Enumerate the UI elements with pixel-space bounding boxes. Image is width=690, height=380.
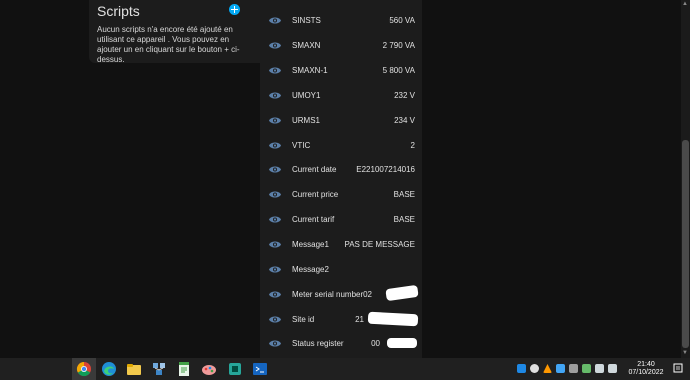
entity-row[interactable]: SINSTS 560 VA <box>260 9 422 33</box>
entity-row[interactable]: Current date E221007214016 <box>260 158 422 182</box>
vlc-icon[interactable] <box>543 364 552 373</box>
file-explorer-icon[interactable] <box>126 361 142 377</box>
terminal-icon[interactable] <box>252 361 268 377</box>
entity-value: 21 <box>355 315 364 324</box>
taskbar-clock[interactable]: 21:40 07/10/2022 <box>624 361 668 377</box>
clock-date: 07/10/2022 <box>628 369 664 376</box>
entity-value: PAS DE MESSAGE <box>344 240 415 249</box>
entity-row[interactable]: Status register 00 <box>260 332 422 356</box>
network-app-icon[interactable] <box>151 361 167 377</box>
entity-value: 232 V <box>394 91 415 100</box>
tray-app-icon[interactable] <box>530 364 539 373</box>
scripts-card: Scripts Aucun scripts n'a encore été ajo… <box>89 0 279 64</box>
eye-icon[interactable] <box>269 190 281 199</box>
eye-icon[interactable] <box>269 265 281 274</box>
tray-app-icon[interactable] <box>569 364 578 373</box>
scroll-down-icon[interactable]: ▼ <box>682 350 688 356</box>
eye-icon[interactable] <box>269 66 281 75</box>
eye-icon[interactable] <box>269 141 281 150</box>
entity-value: BASE <box>393 215 415 224</box>
taskbar: 21:40 07/10/2022 <box>0 358 690 380</box>
page-scrollbar[interactable]: ▲ ▼ <box>681 0 690 358</box>
eye-icon[interactable] <box>269 315 281 324</box>
eye-icon[interactable] <box>269 215 281 224</box>
entity-name: Site id <box>292 315 315 324</box>
entity-value: 2 790 VA <box>382 41 415 50</box>
entity-name: SMAXN-1 <box>292 66 328 75</box>
add-script-icon[interactable] <box>229 4 240 15</box>
notification-icon[interactable] <box>673 363 683 374</box>
redaction-mark <box>367 311 419 327</box>
entity-name: Current date <box>292 165 337 174</box>
redaction-mark <box>387 338 417 348</box>
entity-row[interactable]: Message2 <box>260 258 422 282</box>
entity-row[interactable]: UMOY1 232 V <box>260 84 422 108</box>
entity-name: Current tarif <box>292 215 335 224</box>
entity-row[interactable]: Message1 PAS DE MESSAGE <box>260 233 422 257</box>
entity-row[interactable]: Current price BASE <box>260 183 422 207</box>
eye-icon[interactable] <box>269 240 281 249</box>
entity-value: 5 800 VA <box>382 66 415 75</box>
tray-app-icon[interactable] <box>517 364 526 373</box>
tray-app-icon[interactable] <box>556 364 565 373</box>
entity-value: E221007214016 <box>356 165 415 174</box>
entity-row[interactable]: Meter serial number 02 <box>260 283 422 307</box>
entity-value: 02 <box>363 290 372 299</box>
entity-name: URMS1 <box>292 116 321 125</box>
entity-name: Current price <box>292 190 339 199</box>
clock-time: 21:40 <box>637 361 655 368</box>
eye-icon[interactable] <box>269 290 281 299</box>
entity-name: Message1 <box>292 240 329 249</box>
entity-name: SINSTS <box>292 16 321 25</box>
entity-name: SMAXN <box>292 41 321 50</box>
entity-row[interactable]: URMS1 234 V <box>260 109 422 133</box>
entity-value: 560 VA <box>389 16 415 25</box>
eye-icon[interactable] <box>269 41 281 50</box>
entity-row[interactable]: Current tarif BASE <box>260 208 422 232</box>
redaction-mark <box>385 284 419 302</box>
entity-name: VTIC <box>292 141 311 150</box>
entity-row[interactable]: SMAXN 2 790 VA <box>260 34 422 58</box>
scripts-description: Aucun scripts n'a encore été ajouté en u… <box>97 25 240 64</box>
entity-row[interactable]: SMAXN-1 5 800 VA <box>260 59 422 83</box>
eye-icon[interactable] <box>269 16 281 25</box>
eye-icon[interactable] <box>269 165 281 174</box>
entity-name: UMOY1 <box>292 91 321 100</box>
scroll-thumb[interactable] <box>682 140 689 348</box>
tray-app-icon[interactable] <box>582 364 591 373</box>
entity-value: BASE <box>393 190 415 199</box>
entity-value: 234 V <box>394 116 415 125</box>
eye-icon[interactable] <box>269 339 281 348</box>
eye-icon[interactable] <box>269 116 281 125</box>
paint-icon[interactable] <box>201 361 217 377</box>
entity-name: Meter serial number <box>292 290 364 299</box>
eye-icon[interactable] <box>269 91 281 100</box>
scroll-up-icon[interactable]: ▲ <box>682 1 688 7</box>
entity-value: 2 <box>410 141 415 150</box>
entity-name: Message2 <box>292 265 329 274</box>
entity-row[interactable]: VTIC 2 <box>260 134 422 158</box>
edge-icon[interactable] <box>101 361 117 377</box>
volume-icon[interactable] <box>608 364 617 373</box>
entity-value: 00 <box>371 339 380 348</box>
scripts-title: Scripts <box>97 3 140 19</box>
entities-card: SINSTS 560 VA SMAXN 2 790 VA SMAXN-1 5 8… <box>260 0 422 358</box>
entity-row[interactable]: Site id 21 <box>260 308 422 332</box>
entity-name: Status register <box>292 339 344 348</box>
network-icon[interactable] <box>595 364 604 373</box>
notepad-icon[interactable] <box>176 361 192 377</box>
chrome-icon[interactable] <box>76 361 92 377</box>
app-icon[interactable] <box>227 361 243 377</box>
